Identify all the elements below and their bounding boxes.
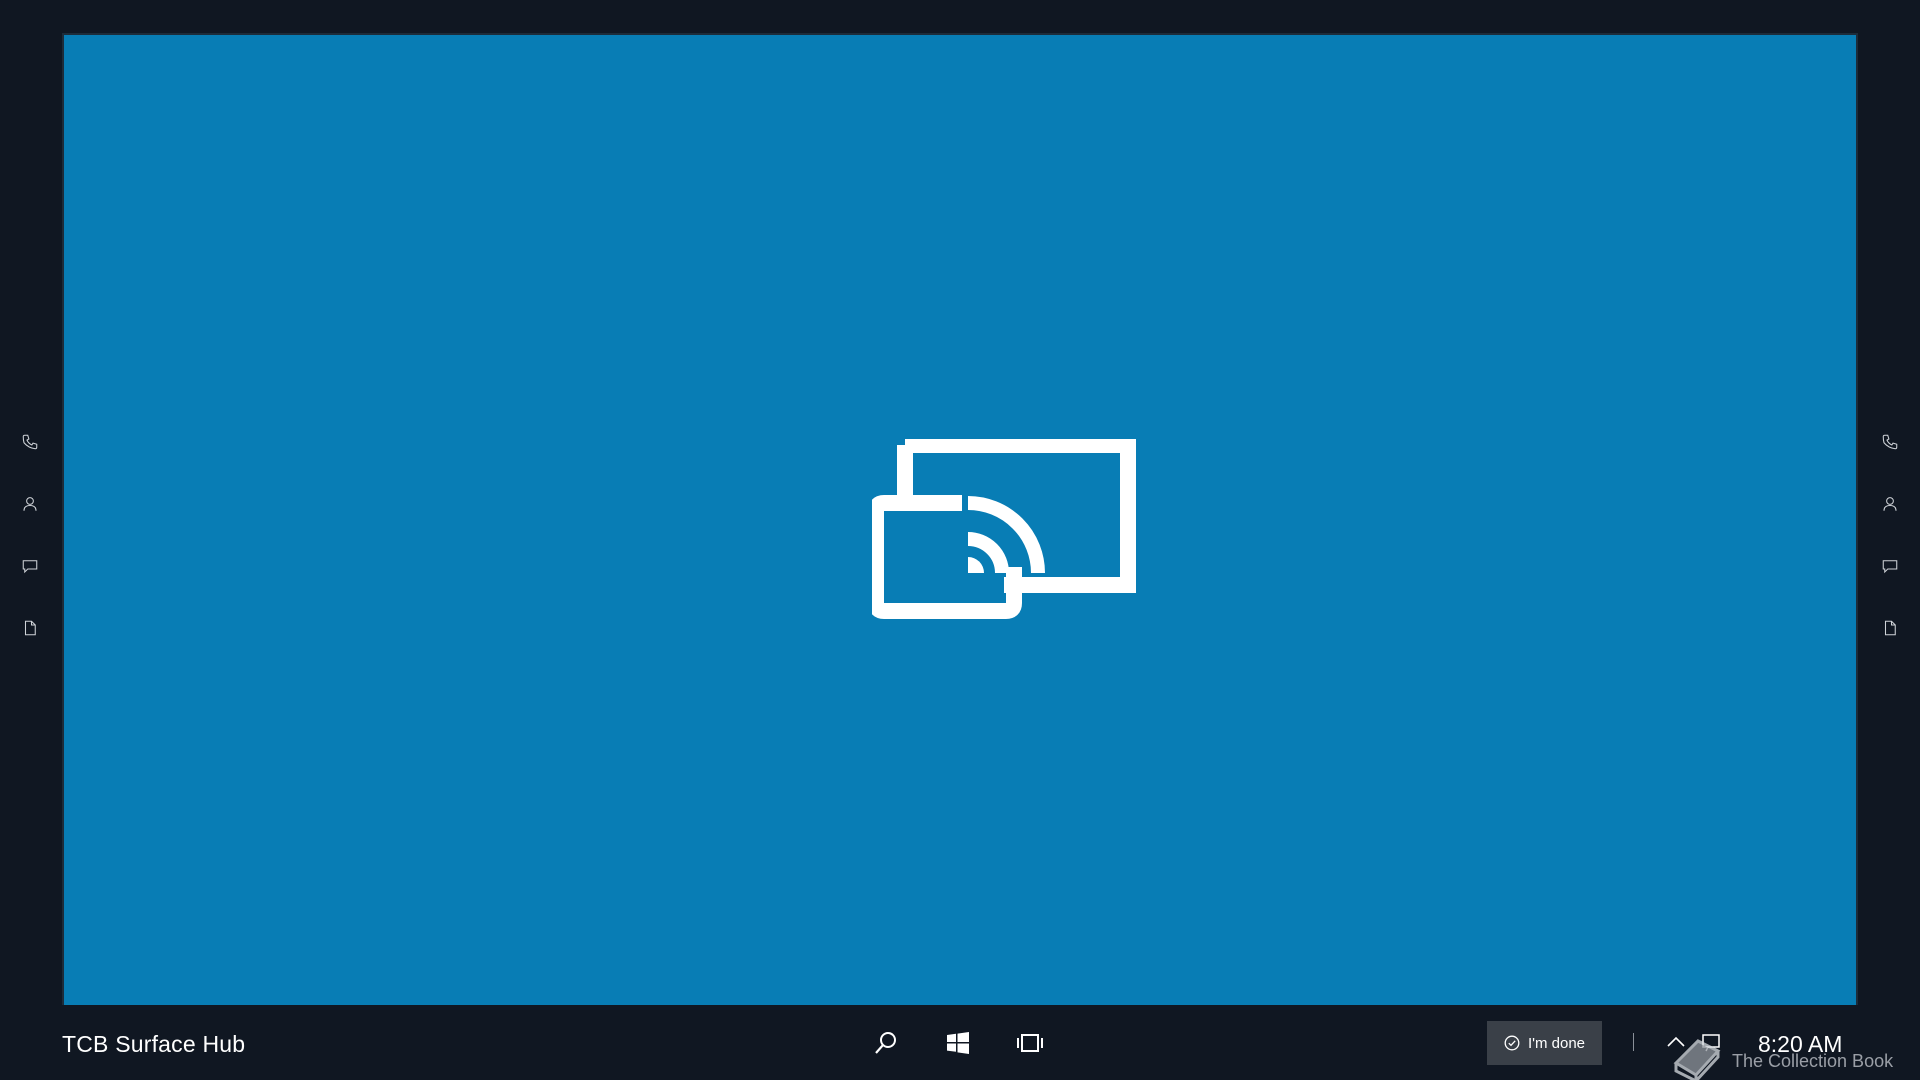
phone-icon — [22, 434, 38, 450]
chat-icon — [1882, 560, 1898, 574]
watermark: The Collection Book — [1668, 1033, 1893, 1080]
tray-separator — [1633, 1033, 1634, 1051]
watermark-text: The Collection Book — [1732, 1050, 1894, 1071]
chat-icon — [22, 560, 38, 574]
im-done-button[interactable]: I'm done — [1487, 1021, 1602, 1065]
screen: TCB Surface Hub I'm done 8:20 AM The Col… — [0, 0, 1920, 1080]
taskbar-center-buttons — [868, 1025, 1048, 1061]
right-people-button[interactable] — [1878, 492, 1902, 516]
search-button[interactable] — [868, 1025, 904, 1061]
right-call-button[interactable] — [1878, 430, 1902, 454]
left-people-button[interactable] — [18, 492, 42, 516]
task-view-button[interactable] — [1012, 1025, 1048, 1061]
left-chat-button[interactable] — [18, 554, 42, 578]
person-icon — [1883, 497, 1897, 511]
left-rail — [0, 430, 60, 640]
right-rail — [1860, 430, 1920, 640]
search-icon — [875, 1032, 896, 1054]
left-files-button[interactable] — [18, 616, 42, 640]
check-circle-icon — [1504, 1035, 1520, 1051]
device-name: TCB Surface Hub — [62, 1031, 246, 1057]
person-icon — [23, 497, 37, 511]
start-button[interactable] — [940, 1025, 976, 1061]
task-view-icon — [1017, 1034, 1043, 1052]
im-done-label: I'm done — [1527, 1034, 1586, 1052]
right-chat-button[interactable] — [1878, 554, 1902, 578]
app-area — [64, 35, 1856, 1005]
screen-cast-icon — [872, 439, 1136, 619]
taskbar: TCB Surface Hub I'm done 8:20 AM The Col… — [0, 1005, 1920, 1080]
windows-icon — [947, 1032, 969, 1054]
book-logo-icon — [1673, 1039, 1721, 1080]
document-icon — [24, 620, 36, 636]
left-call-button[interactable] — [18, 430, 42, 454]
document-icon — [1884, 620, 1896, 636]
right-files-button[interactable] — [1878, 616, 1902, 640]
phone-icon — [1882, 434, 1898, 450]
